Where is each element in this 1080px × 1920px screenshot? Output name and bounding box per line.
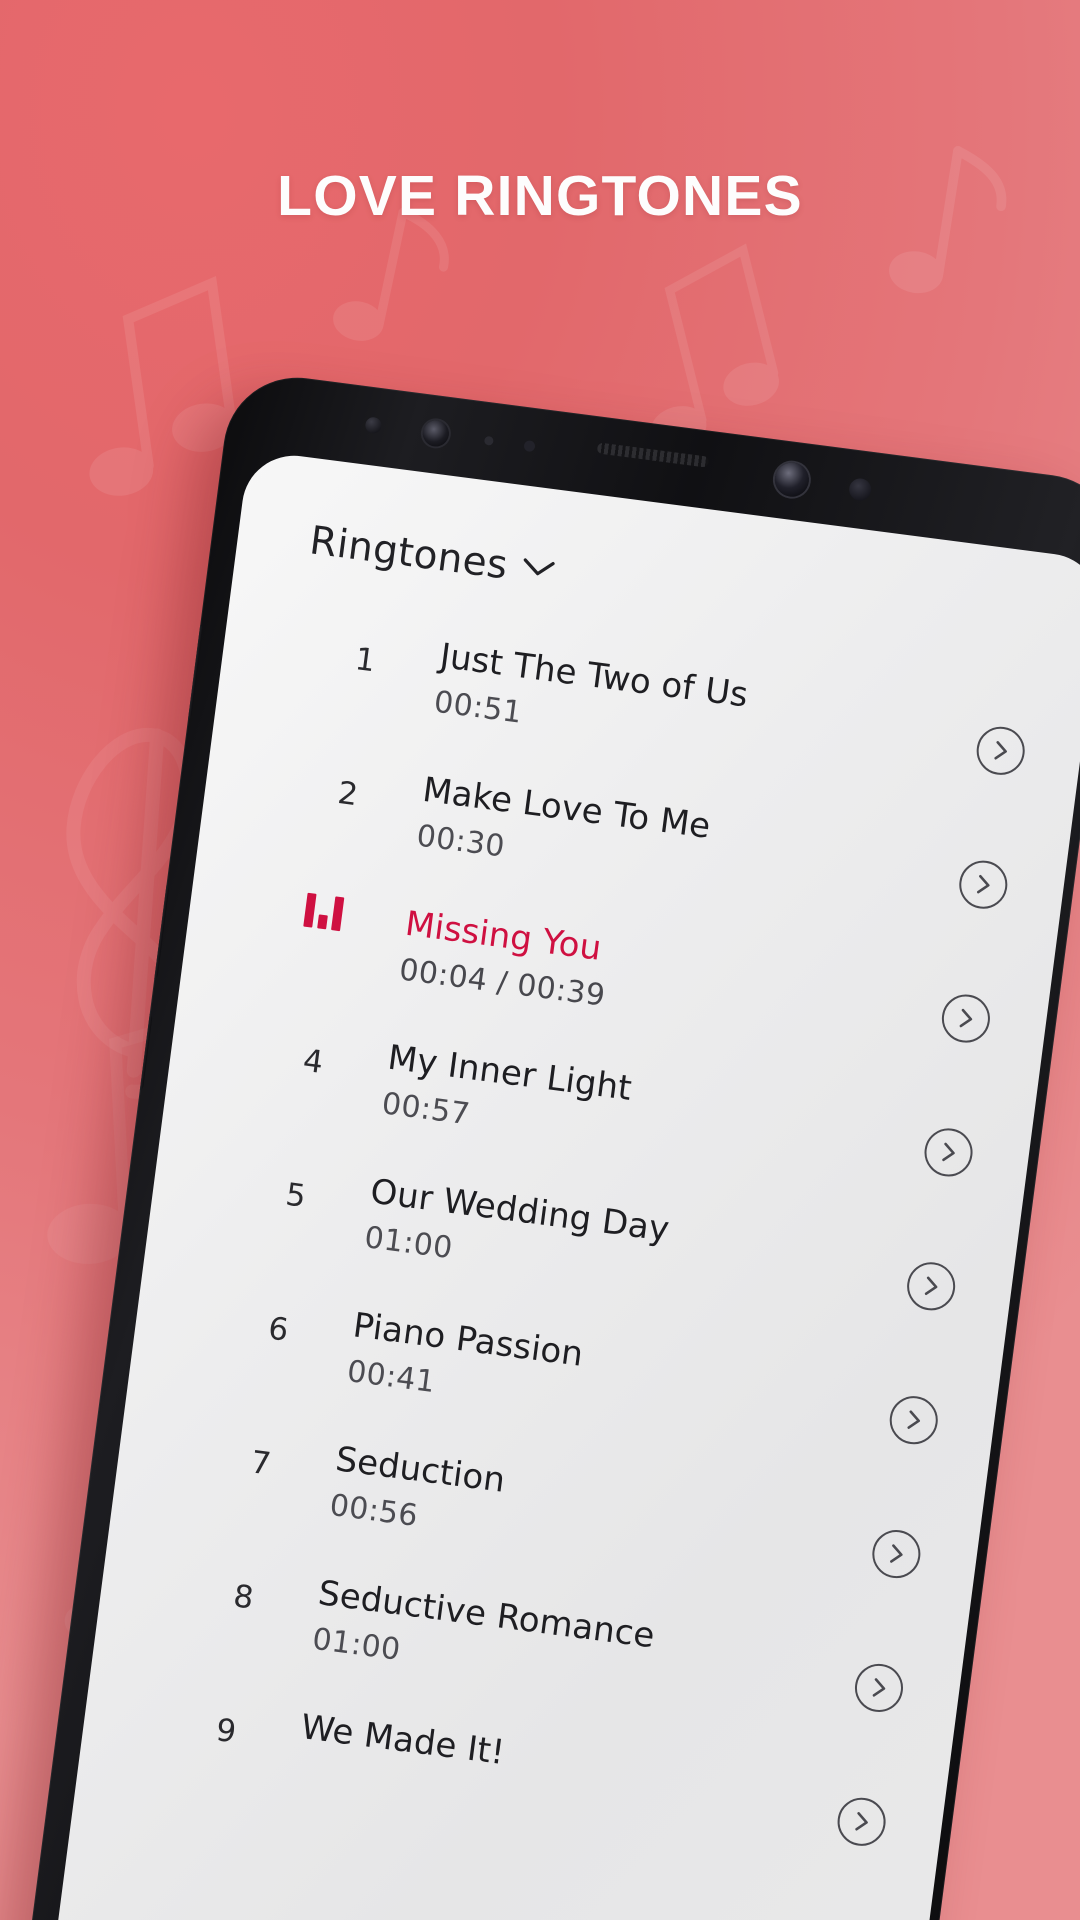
page-title: LOVE RINGTONES (277, 164, 803, 228)
volume-down-button[interactable] (147, 883, 170, 981)
sensor-dot (523, 439, 536, 453)
volume-up-button[interactable] (180, 623, 204, 721)
poster-canvas: LOVE RINGTONES Ringtones 1 Just The Two … (0, 0, 1080, 1920)
phone-mockup: Ringtones 1 Just The Two of Us 00:51 2 M… (14, 368, 1080, 1920)
app-title: Ringtones (307, 518, 511, 589)
proximity-sensor (364, 416, 383, 435)
ambient-light-sensor (847, 477, 873, 502)
power-button[interactable] (132, 1012, 153, 1092)
front-camera (772, 460, 811, 499)
track-index: 1 (353, 641, 378, 680)
phone-body: Ringtones 1 Just The Two of Us 00:51 2 M… (14, 368, 1080, 1920)
iris-scanner (421, 418, 451, 448)
chevron-down-icon[interactable] (520, 555, 557, 586)
led-indicator (483, 435, 494, 446)
ringtone-list[interactable]: 1 Just The Two of Us 00:51 2 Make Love T… (40, 598, 1080, 1920)
speaker-grille (596, 442, 710, 468)
app-header: Ringtones (307, 518, 558, 594)
